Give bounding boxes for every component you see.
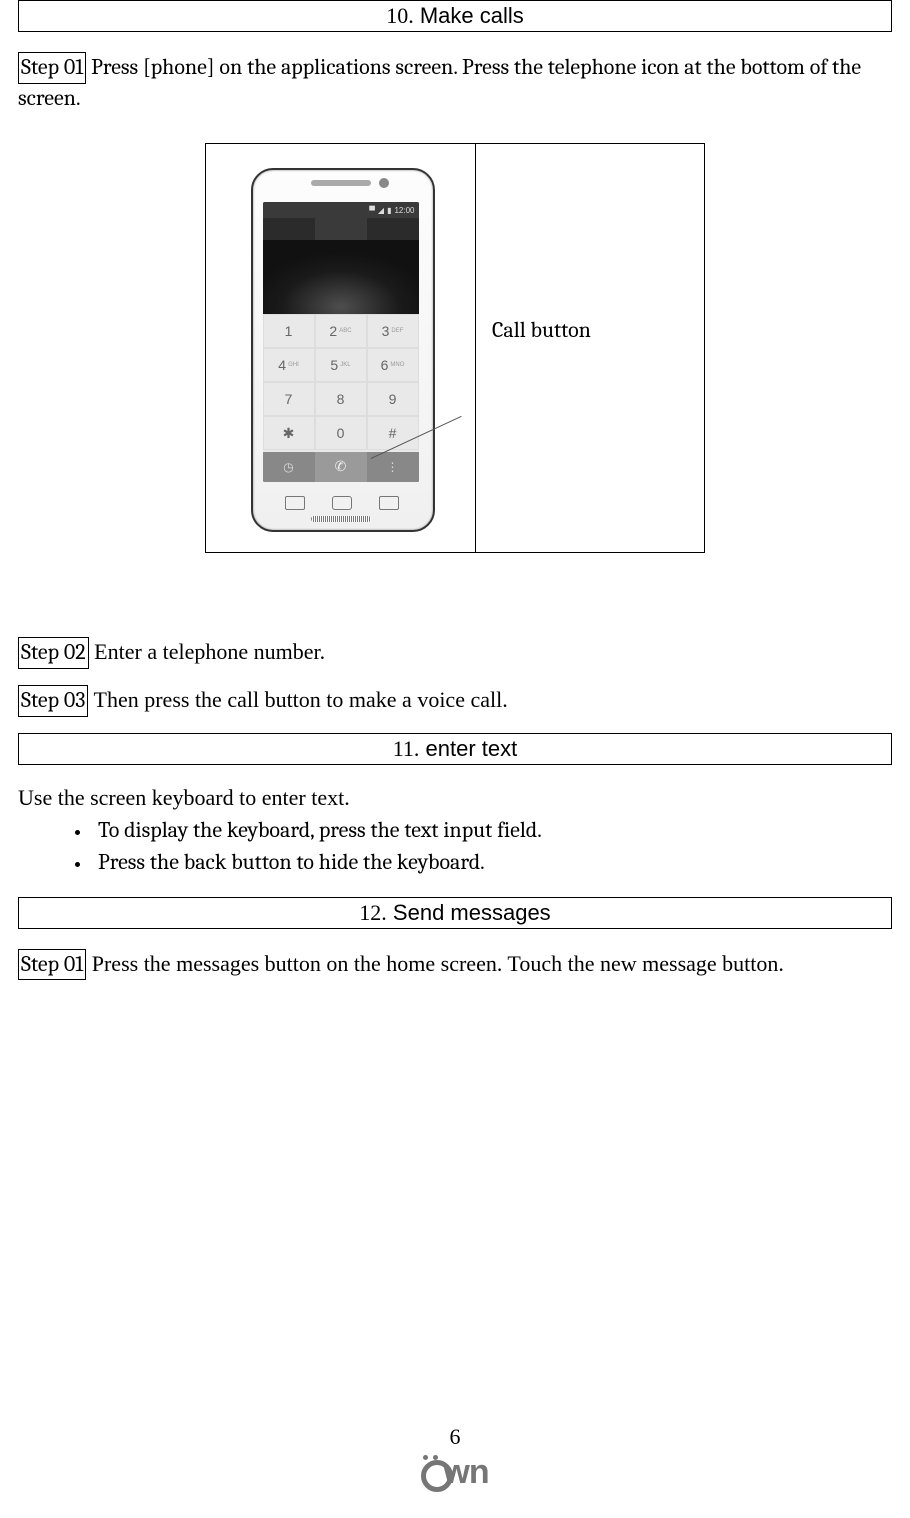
phone-keypad: 1 2ABC 3DEF 4GHI 5JKL 6MNO 7 8 9 ✱ 0 # <box>263 314 419 452</box>
brand-logo: wn <box>421 1454 488 1493</box>
step-label: Step 02 <box>18 637 89 669</box>
s11-intro: Use the screen keyboard to enter text. <box>18 785 892 811</box>
section-number: 12. <box>359 900 387 925</box>
section-title: enter text <box>426 736 518 761</box>
step-text: Press the messages button on the home sc… <box>86 951 784 976</box>
s12-step01: Step 01 Press the messages button on the… <box>18 949 892 981</box>
s10-step02: Step 02 Enter a telephone number. <box>18 637 892 669</box>
section-header-12: 12. Send messages <box>18 897 892 929</box>
figure-phone-cell: ▀◢▮ 12:00 1 2ABC 3DEF 4GHI 5JKL 6MNO <box>205 143 475 553</box>
bullet-item: To display the keyboard, press the text … <box>92 815 892 847</box>
step-label: Step 03 <box>18 685 88 717</box>
figure-row: ▀◢▮ 12:00 1 2ABC 3DEF 4GHI 5JKL 6MNO <box>18 143 892 553</box>
step-text: Then press the call button to make a voi… <box>88 687 507 712</box>
page-footer: 6 wn <box>0 1424 910 1497</box>
step-label: Step 01 <box>18 52 86 84</box>
bullet-item: Press the back button to hide the keyboa… <box>92 847 892 879</box>
s11-bullets: To display the keyboard, press the text … <box>18 815 892 879</box>
section-title: Make calls <box>420 3 524 28</box>
section-number: 11. <box>393 736 420 761</box>
section-header-11: 11. enter text <box>18 733 892 765</box>
callout-label: Call button <box>492 317 591 343</box>
section-header-10: 10. Make calls <box>18 0 892 32</box>
phone-action-bar: ◷ ✆ ⋮ <box>263 452 419 482</box>
call-button-icon: ✆ <box>315 452 367 482</box>
s10-step01: Step 01 Press [phone] on the application… <box>18 52 892 113</box>
step-label: Step 01 <box>18 949 86 981</box>
phone-illustration: ▀◢▮ 12:00 1 2ABC 3DEF 4GHI 5JKL 6MNO <box>241 158 441 538</box>
page-number: 6 <box>0 1424 910 1450</box>
phone-number-display <box>263 240 419 314</box>
phone-status-bar: ▀◢▮ 12:00 <box>263 202 419 218</box>
figure-label-cell: Call button <box>475 143 705 553</box>
status-time: 12:00 <box>394 206 414 215</box>
step-text: Press [phone] on the applications screen… <box>18 54 861 111</box>
section-title: Send messages <box>393 900 551 925</box>
section-number: 10. <box>386 3 414 28</box>
step-text: Enter a telephone number. <box>89 639 325 664</box>
s10-step03: Step 03 Then press the call button to ma… <box>18 685 892 717</box>
phone-tabs <box>263 218 419 240</box>
